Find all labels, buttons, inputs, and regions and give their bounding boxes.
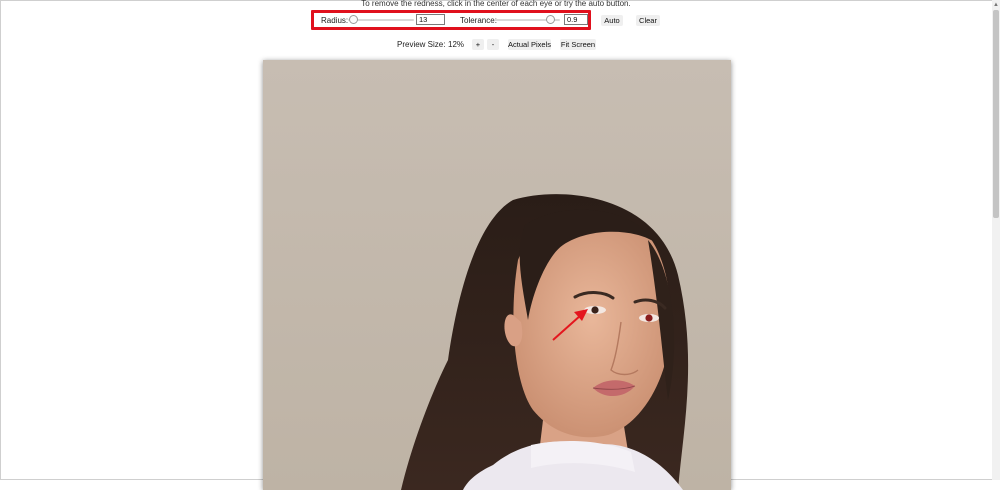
clear-button[interactable]: Clear [636,15,660,26]
zoom-in-button[interactable]: + [472,39,484,50]
radius-slider-thumb[interactable] [349,15,359,24]
instructions-text: To remove the redness, click in the cent… [361,0,631,8]
tolerance-slider-thumb[interactable] [546,15,556,24]
tolerance-slider[interactable] [494,15,560,24]
preview-size-label: Preview Size: [397,40,446,49]
scrollbar-thumb[interactable] [993,10,999,218]
auto-button[interactable]: Auto [601,15,623,26]
portrait-photo [263,60,731,490]
page-scrollbar[interactable]: ▲ [992,0,1000,480]
actual-pixels-button[interactable]: Actual Pixels [508,39,551,50]
scroll-up-arrow-icon[interactable]: ▲ [993,2,999,8]
radius-label: Radius: [321,16,349,25]
tolerance-label: Tolerance: [460,16,497,25]
image-preview[interactable] [263,60,731,490]
tolerance-input[interactable] [564,14,588,25]
fit-screen-button[interactable]: Fit Screen [560,39,596,50]
radius-slider[interactable] [348,15,414,24]
zoom-out-button[interactable]: - [487,39,499,50]
preview-size-percent: 12% [448,40,465,49]
radius-input[interactable] [416,14,445,25]
